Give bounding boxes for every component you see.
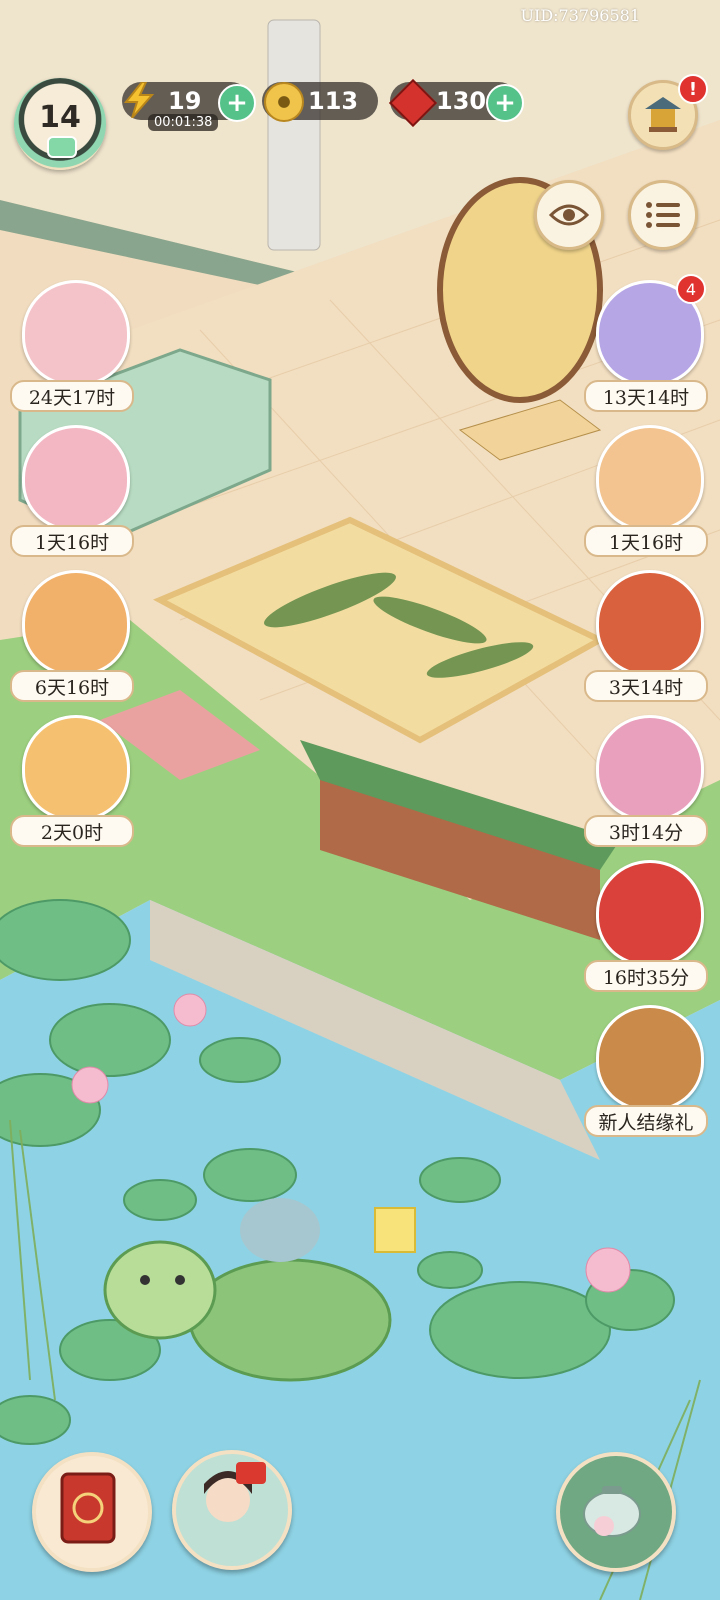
event-bubble-left-2[interactable]: 1天16时 bbox=[10, 425, 134, 557]
level-emblem-icon bbox=[47, 136, 77, 158]
event-countdown: 3时14分 bbox=[584, 815, 708, 847]
event-countdown: 1天16时 bbox=[10, 525, 134, 557]
coin-value: 113 bbox=[308, 87, 359, 115]
pink-pig-event-icon bbox=[22, 425, 130, 531]
treasure-chest-event-icon bbox=[596, 570, 704, 676]
teapot-button[interactable] bbox=[556, 1452, 676, 1572]
event-countdown: 6天16时 bbox=[10, 670, 134, 702]
event-bubble-left-1[interactable]: 24天17时 bbox=[10, 280, 134, 412]
lucky-cat-event-icon bbox=[22, 715, 130, 821]
event-bubble-right-5[interactable]: 16时35分 bbox=[584, 860, 708, 992]
lightning-icon bbox=[123, 82, 155, 118]
event-bubble-right-4[interactable]: 3时14分 bbox=[584, 715, 708, 847]
player-uid: UID:73796581 bbox=[520, 6, 640, 25]
newcomer-gift-icon bbox=[596, 1005, 704, 1111]
character-portrait-icon bbox=[204, 1462, 266, 1522]
character-portrait-button[interactable] bbox=[172, 1450, 292, 1570]
toggle-view-button[interactable] bbox=[534, 180, 604, 250]
player-level-badge[interactable]: 14 bbox=[14, 78, 106, 170]
energy-value: 19 bbox=[168, 87, 202, 115]
journal-book-button[interactable] bbox=[32, 1452, 152, 1572]
event-bubble-left-3[interactable]: 6天16时 bbox=[10, 570, 134, 702]
event-countdown: 13天14时 bbox=[584, 380, 708, 412]
red-treasure-event-icon bbox=[596, 860, 704, 966]
event-bubble-right-1[interactable]: 4 13天14时 bbox=[584, 274, 708, 412]
gem-value: 130 bbox=[436, 87, 487, 115]
event-bubble-right-3[interactable]: 3天14时 bbox=[584, 570, 708, 702]
teapot-icon bbox=[583, 1486, 641, 1537]
event-countdown: 2天0时 bbox=[10, 815, 134, 847]
menu-list-button[interactable] bbox=[628, 180, 698, 250]
player-level-number: 14 bbox=[39, 100, 81, 135]
eye-icon bbox=[549, 204, 589, 226]
event-count-badge: 4 bbox=[676, 274, 706, 304]
pavilion-icon bbox=[645, 97, 681, 132]
newcomer-gift-bubble[interactable]: 新人结缘礼 bbox=[584, 1005, 708, 1137]
energy-refill-timer: 00:01:38 bbox=[148, 114, 219, 131]
event-countdown: 3天14时 bbox=[584, 670, 708, 702]
event-countdown: 24天17时 bbox=[10, 380, 134, 412]
add-gems-button[interactable]: + bbox=[486, 84, 524, 122]
list-icon bbox=[646, 202, 680, 228]
gift-box-event-icon bbox=[596, 715, 704, 821]
event-countdown: 16时35分 bbox=[584, 960, 708, 992]
event-label: 新人结缘礼 bbox=[584, 1105, 708, 1137]
pipa-instrument-event-icon bbox=[22, 570, 130, 676]
blossom-scroll-event-icon bbox=[22, 280, 130, 386]
event-bubble-left-4[interactable]: 2天0时 bbox=[10, 715, 134, 847]
add-energy-button[interactable]: + bbox=[218, 84, 256, 122]
notice-alert-badge: ! bbox=[678, 74, 708, 104]
event-countdown: 1天16时 bbox=[584, 525, 708, 557]
coin-icon bbox=[264, 82, 304, 122]
event-bubble-right-2[interactable]: 1天16时 bbox=[584, 425, 708, 557]
red-book-icon bbox=[60, 1472, 116, 1544]
fan-cat-event-icon bbox=[596, 425, 704, 531]
